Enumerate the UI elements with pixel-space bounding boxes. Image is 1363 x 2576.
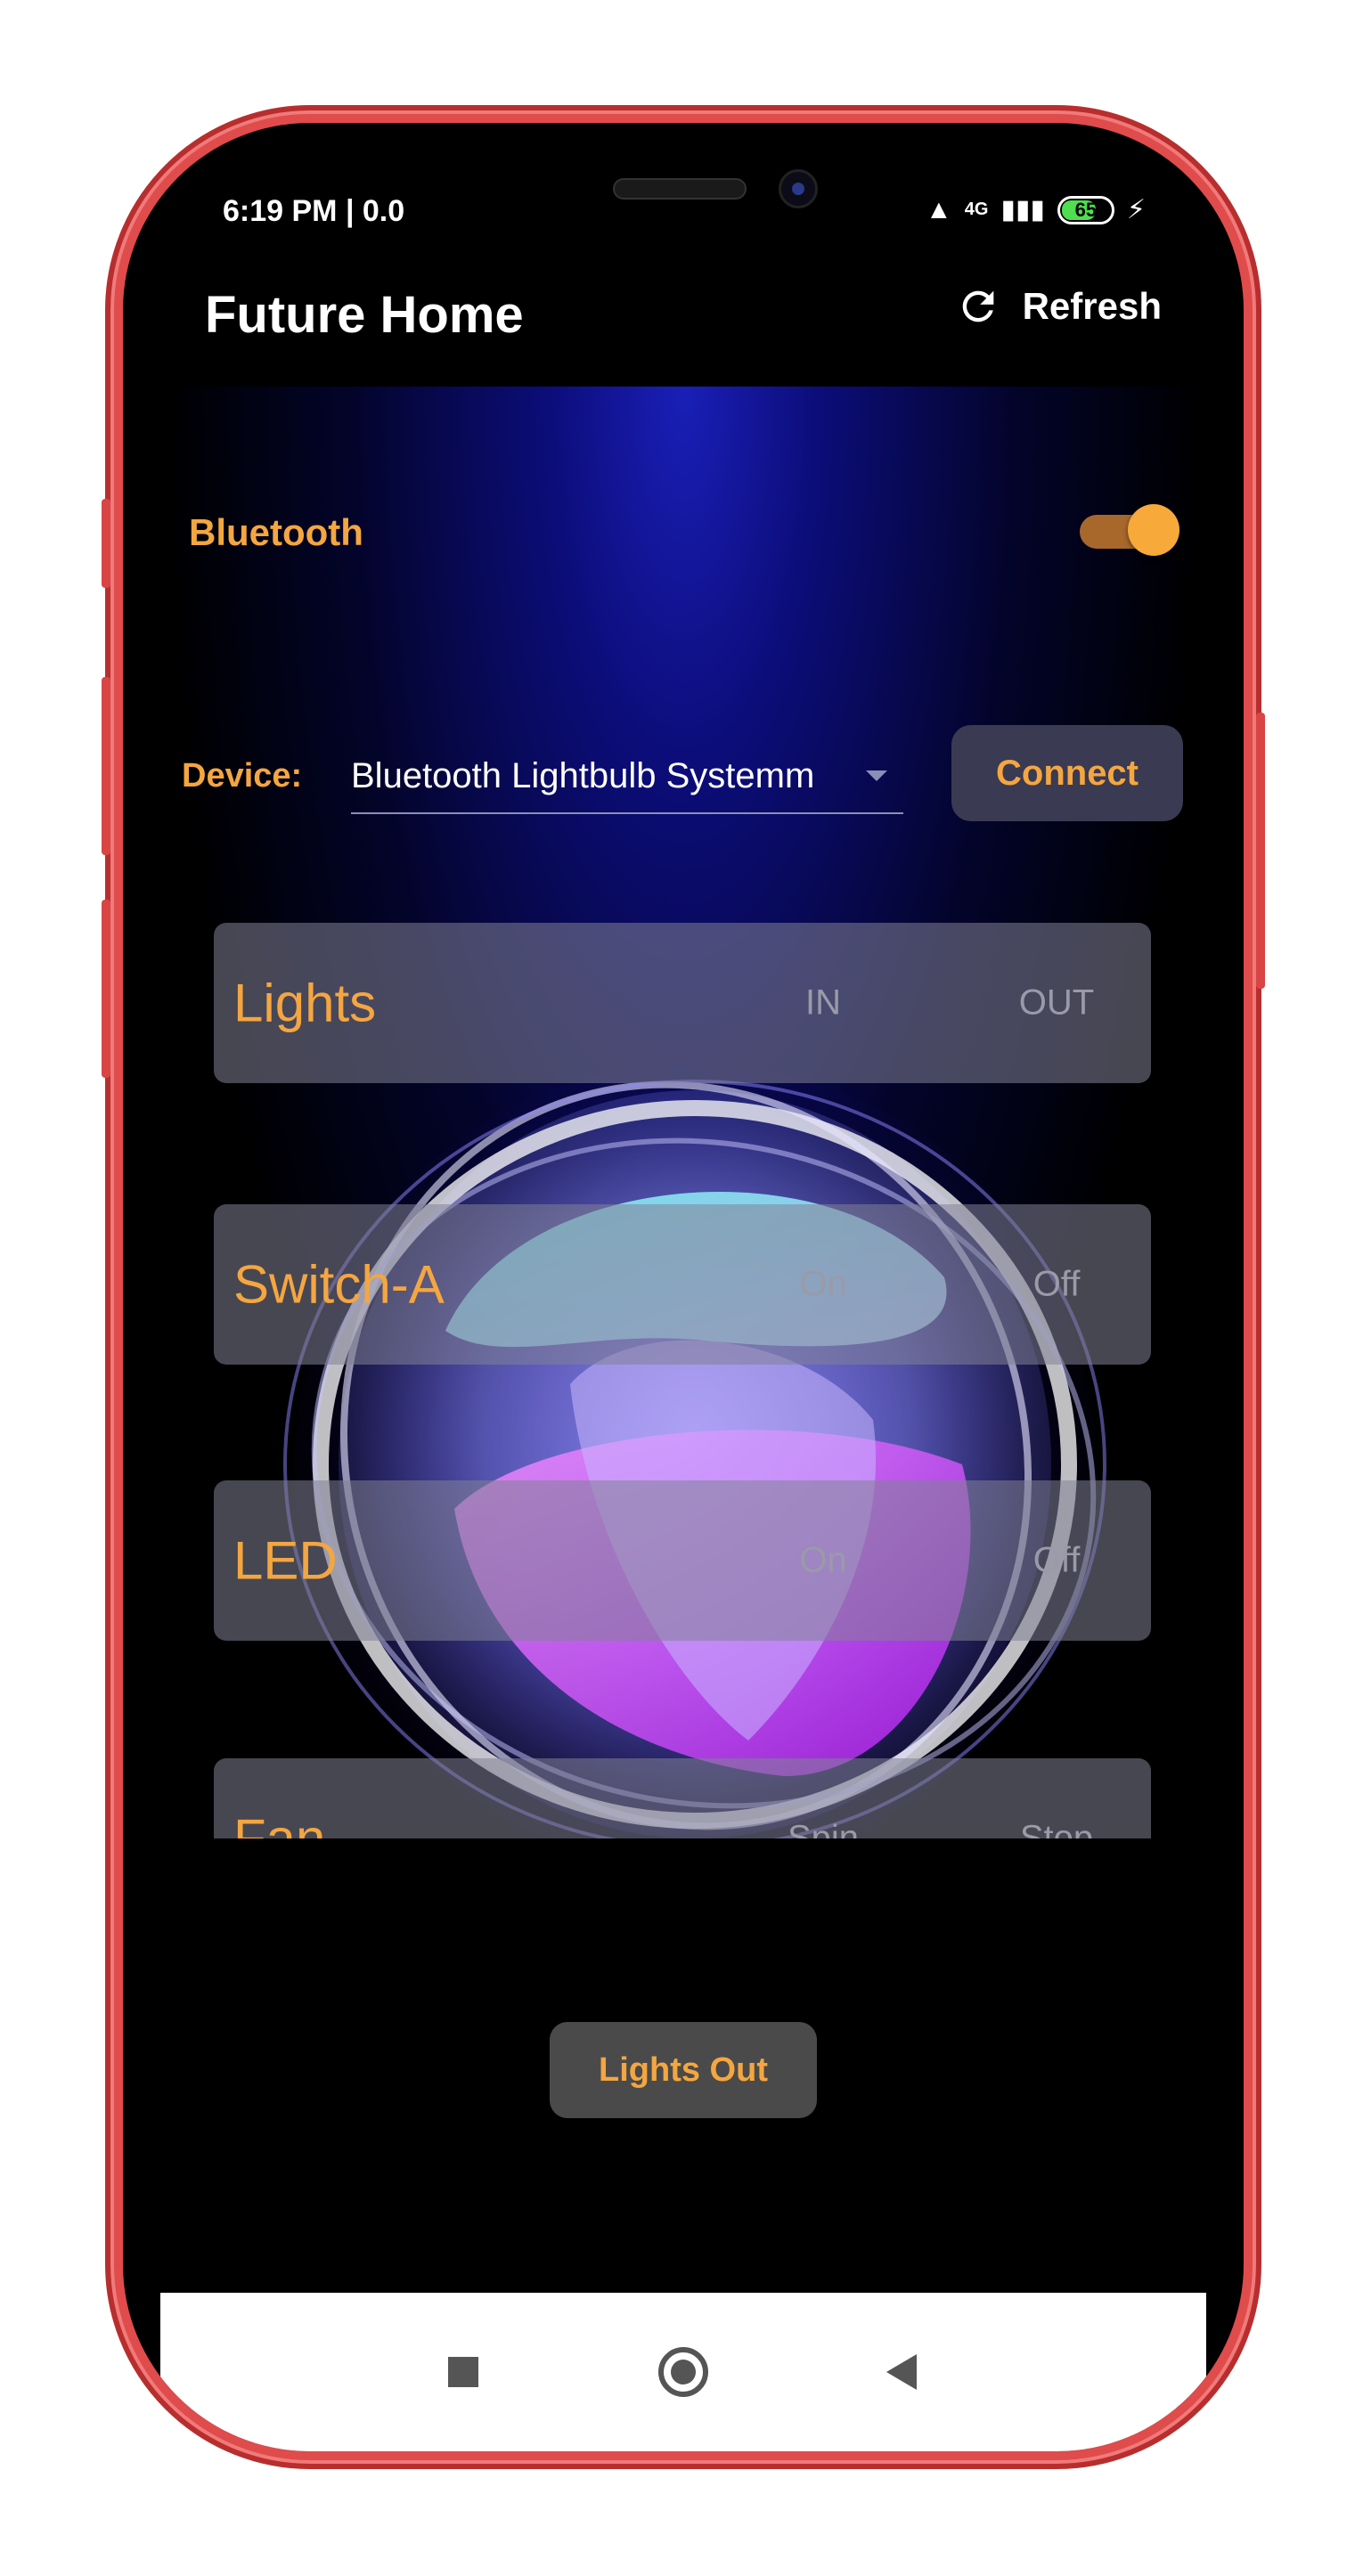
lights-out-button[interactable]: OUT xyxy=(967,983,1146,1023)
control-name: Lights xyxy=(233,973,377,1033)
main-content: Bluetooth Device: Bluetooth Lightbulb Sy… xyxy=(160,387,1206,1838)
led-off-button[interactable]: Off xyxy=(967,1541,1146,1581)
square-icon[interactable] xyxy=(448,2357,478,2387)
side-button xyxy=(1256,713,1265,989)
control-row-switch-a: Switch-A On Off xyxy=(214,1204,1151,1365)
control-row-fan: Fan Spin Stop xyxy=(214,1758,1151,1838)
phone-screen: 6:19 PM | 0.0 ▲ 4G ▮▮▮ 65 ⚡ Future Home … xyxy=(123,123,1244,2451)
battery-icon: 65 xyxy=(1057,195,1114,224)
front-camera xyxy=(779,169,818,208)
circle-icon[interactable] xyxy=(658,2347,708,2397)
orb-image xyxy=(283,1080,1106,1838)
refresh-icon xyxy=(962,290,993,322)
device-label: Device: xyxy=(182,757,303,795)
control-name: Fan xyxy=(233,1808,326,1839)
refresh-label: Refresh xyxy=(1022,285,1162,327)
triangle-back-icon[interactable] xyxy=(886,2354,917,2390)
lights-out-all-button[interactable]: Lights Out xyxy=(550,2022,817,2118)
bluetooth-toggle[interactable] xyxy=(1080,502,1179,556)
connect-button[interactable]: Connect xyxy=(951,725,1183,821)
device-dropdown[interactable]: Bluetooth Lightbulb Systemm xyxy=(351,739,903,814)
fan-spin-button[interactable]: Spin xyxy=(734,1819,912,1839)
status-icons: ▲ 4G ▮▮▮ 65 ⚡ xyxy=(926,194,1146,225)
side-button xyxy=(102,499,110,588)
control-name: Switch-A xyxy=(233,1254,445,1315)
signal-bars-icon: ▮▮▮ xyxy=(1000,195,1045,224)
charging-icon: ⚡ xyxy=(1126,195,1146,224)
toggle-thumb xyxy=(1128,504,1179,556)
device-selected-value: Bluetooth Lightbulb Systemm xyxy=(351,755,815,795)
control-row-led: LED On Off xyxy=(214,1480,1151,1641)
speaker-grille xyxy=(613,178,747,200)
network-type: 4G xyxy=(964,200,989,219)
fan-stop-button[interactable]: Stop xyxy=(967,1819,1146,1839)
app-title: Future Home xyxy=(205,286,524,344)
led-on-button[interactable]: On xyxy=(734,1541,912,1581)
bluetooth-label: Bluetooth xyxy=(189,511,363,553)
lights-in-button[interactable]: IN xyxy=(734,983,912,1023)
side-button xyxy=(102,677,110,855)
switch-a-off-button[interactable]: Off xyxy=(967,1265,1146,1305)
status-time: 6:19 PM | 0.0 xyxy=(223,194,405,228)
system-nav-bar xyxy=(160,2293,1206,2451)
signal-icon: ▲ xyxy=(926,194,952,224)
chevron-down-icon xyxy=(866,770,887,781)
control-row-lights: Lights IN OUT xyxy=(214,923,1151,1083)
side-button xyxy=(102,900,110,1078)
refresh-button[interactable]: Refresh xyxy=(955,283,1162,330)
control-name: LED xyxy=(233,1530,338,1591)
switch-a-on-button[interactable]: On xyxy=(734,1265,912,1305)
